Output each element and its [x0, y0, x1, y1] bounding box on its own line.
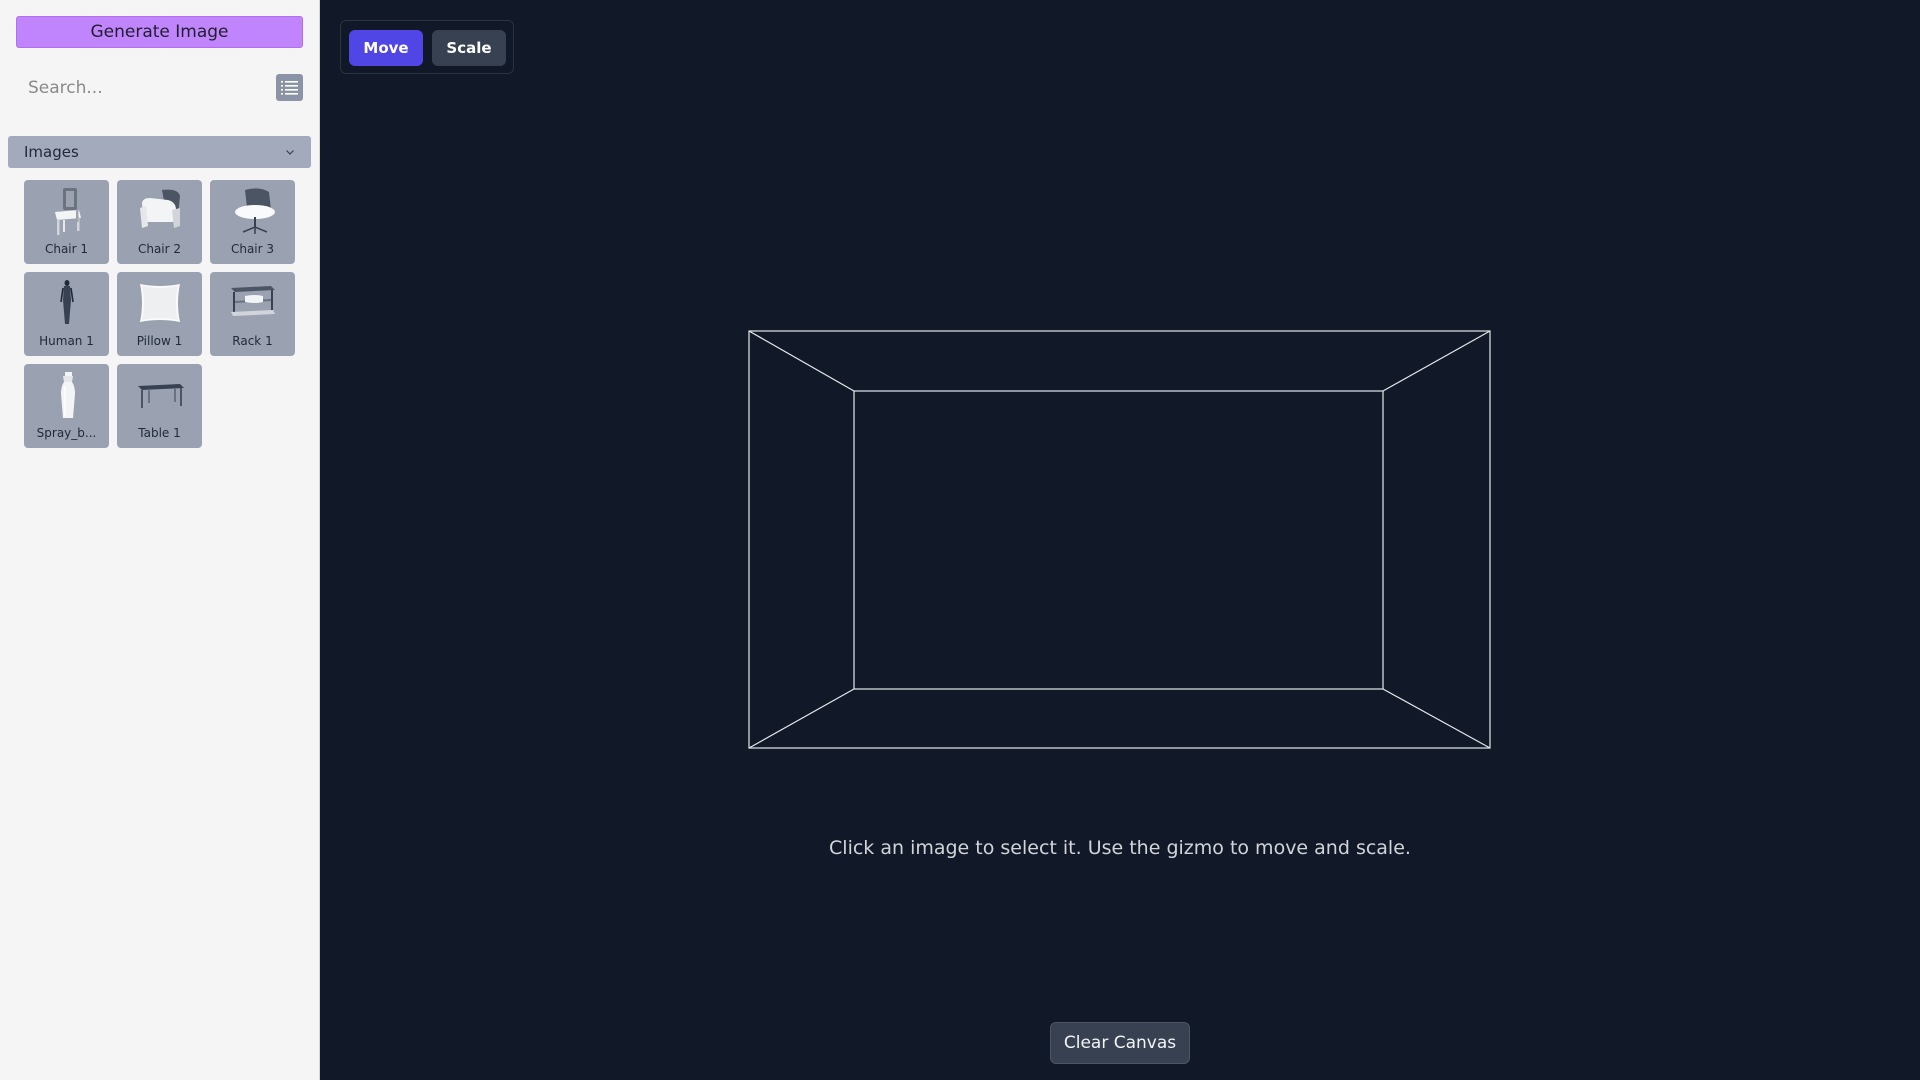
tile-label: Chair 1	[44, 242, 89, 256]
chevron-down-icon	[286, 150, 294, 155]
image-tile-chair-3[interactable]: Chair 3	[210, 180, 295, 264]
tile-label: Spray_b...	[36, 426, 97, 440]
image-tile-chair-1[interactable]: Chair 1	[24, 180, 109, 264]
section-title: Images	[24, 143, 79, 161]
swivel-chair-icon	[234, 188, 275, 234]
search-row	[16, 72, 303, 104]
images-section-toggle[interactable]: Images	[8, 136, 311, 168]
image-tile-rack-1[interactable]: Rack 1	[210, 272, 295, 356]
image-tile-table-1[interactable]: Table 1	[117, 364, 202, 448]
image-tile-chair-2[interactable]: Chair 2	[117, 180, 202, 264]
image-grid: Chair 1 Chair 2 Chair 3 Human 1 Pillow 1…	[24, 180, 296, 448]
tile-label: Pillow 1	[136, 334, 183, 348]
room-wireframe	[748, 330, 1491, 749]
list-view-button[interactable]	[276, 74, 303, 101]
armchair-icon	[139, 189, 180, 228]
human-figure-icon	[59, 280, 74, 324]
image-tile-spray-bottle[interactable]: Spray_b...	[24, 364, 109, 448]
tile-label: Rack 1	[232, 334, 273, 348]
scale-tool-button[interactable]: Scale	[432, 30, 506, 66]
tile-label: Table 1	[138, 426, 181, 440]
tile-label: Chair 3	[230, 242, 275, 256]
rack-icon	[230, 286, 275, 316]
image-tile-pillow-1[interactable]: Pillow 1	[117, 272, 202, 356]
image-tile-human-1[interactable]: Human 1	[24, 272, 109, 356]
transform-toolbar: Move Scale	[340, 20, 514, 74]
canvas-hint: Click an image to select it. Use the giz…	[829, 837, 1411, 859]
table-icon	[137, 384, 184, 408]
pillow-icon	[139, 284, 180, 322]
clear-canvas-button[interactable]: Clear Canvas	[1050, 1022, 1190, 1064]
sidebar: Generate Image Images	[0, 0, 320, 1080]
tile-label: Human 1	[39, 334, 94, 348]
search-input[interactable]	[16, 72, 266, 104]
tile-label: Chair 2	[137, 242, 182, 256]
list-icon	[281, 81, 298, 95]
move-tool-button[interactable]: Move	[349, 30, 423, 66]
spray-bottle-icon	[60, 372, 75, 418]
chair-icon	[54, 188, 81, 235]
generate-image-button[interactable]: Generate Image	[16, 16, 303, 48]
